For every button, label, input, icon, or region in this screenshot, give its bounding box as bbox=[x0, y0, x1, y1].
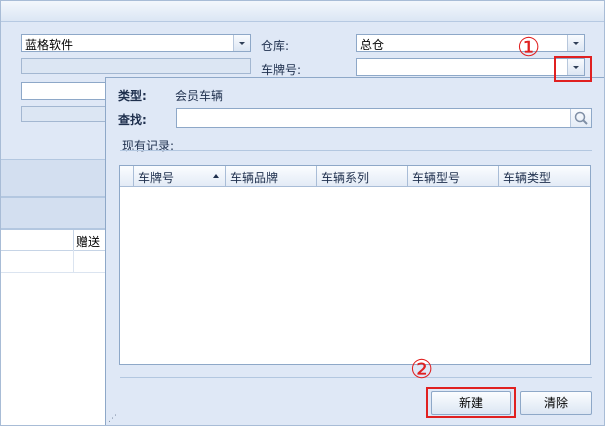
bg-table-row bbox=[1, 250, 106, 273]
bg-table-header: 赠送 bbox=[1, 230, 106, 251]
column-vehicle-type-label: 车辆类型 bbox=[503, 171, 552, 185]
search-input[interactable] bbox=[176, 108, 592, 128]
column-model-label: 车辆型号 bbox=[412, 171, 461, 185]
marker-2: ② bbox=[410, 355, 434, 385]
column-plate-label: 车牌号 bbox=[138, 171, 175, 185]
disabled-field-2 bbox=[21, 106, 107, 122]
left-input[interactable] bbox=[21, 82, 107, 100]
grid-header: 车牌号 车辆品牌 车辆系列 车辆型号 车辆类型 bbox=[120, 166, 590, 187]
column-brand-label: 车辆品牌 bbox=[230, 171, 279, 185]
records-divider bbox=[120, 150, 592, 151]
bottom-divider bbox=[120, 377, 592, 378]
company-value: 蓝格软件 bbox=[25, 38, 74, 52]
records-label: 现有记录: bbox=[122, 139, 175, 153]
column-series-label: 车辆系列 bbox=[321, 171, 370, 185]
highlight-new-button-box bbox=[426, 387, 516, 418]
gift-column-header: 赠送 bbox=[76, 235, 101, 249]
warehouse-dropdown-button[interactable] bbox=[567, 35, 584, 51]
type-label: 类型: bbox=[118, 89, 147, 103]
marker-1: ① bbox=[517, 33, 541, 63]
resize-grip-icon[interactable]: ⋰ bbox=[108, 414, 117, 424]
search-icon[interactable] bbox=[570, 109, 591, 127]
column-series[interactable]: 车辆系列 bbox=[317, 166, 408, 186]
vehicle-popup: 类型: 会员车辆 查找: 现有记录: 车牌号 车辆品牌 车辆系列 车辆型号 车辆… bbox=[105, 77, 604, 425]
company-combo[interactable]: 蓝格软件 bbox=[21, 34, 251, 52]
window: 蓝格软件 仓库: 总仓 车牌号: 赠送 类型: 会员车辆 查找: 现有记录: 车… bbox=[0, 0, 605, 426]
records-grid[interactable]: 车牌号 车辆品牌 车辆系列 车辆型号 车辆类型 bbox=[119, 165, 591, 365]
sort-ascending-icon bbox=[213, 174, 219, 178]
column-model[interactable]: 车辆型号 bbox=[408, 166, 499, 186]
row-selector-header bbox=[120, 166, 134, 186]
bg-strip-2 bbox=[1, 197, 106, 229]
plate-combo[interactable] bbox=[356, 58, 585, 76]
bg-strip-1 bbox=[1, 159, 106, 197]
company-dropdown-button[interactable] bbox=[233, 35, 250, 51]
type-value: 会员车辆 bbox=[175, 89, 224, 103]
warehouse-value: 总仓 bbox=[360, 38, 385, 52]
warehouse-combo[interactable]: 总仓 bbox=[356, 34, 585, 52]
column-vehicle-type[interactable]: 车辆类型 bbox=[499, 166, 590, 186]
highlight-dropdown-box bbox=[554, 56, 592, 82]
search-label: 查找: bbox=[118, 113, 147, 127]
column-plate[interactable]: 车牌号 bbox=[134, 166, 226, 186]
background-table: 赠送 bbox=[1, 229, 106, 425]
disabled-field-1 bbox=[21, 58, 251, 74]
top-toolbar bbox=[1, 1, 604, 22]
warehouse-label: 仓库: bbox=[261, 39, 290, 53]
plate-label: 车牌号: bbox=[261, 63, 302, 77]
clear-button[interactable]: 清除 bbox=[520, 391, 592, 415]
column-brand[interactable]: 车辆品牌 bbox=[226, 166, 317, 186]
